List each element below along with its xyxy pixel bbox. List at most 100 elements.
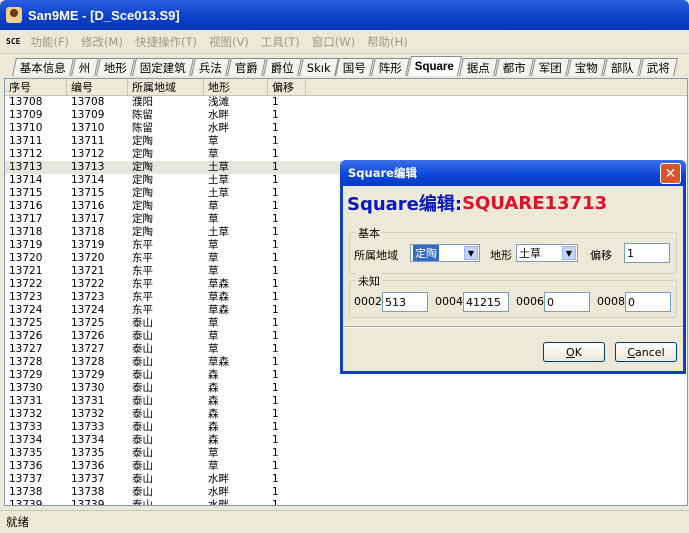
table-cell: 陈留 [132,109,153,121]
column-header-terrain[interactable]: 地形 [204,79,268,95]
column-header-region[interactable]: 所属地域 [128,79,204,95]
menu-function[interactable]: 功能(F) [30,34,69,50]
menu-quick-ops[interactable]: 快捷操作(T) [135,34,197,50]
table-cell: 东平 [132,304,153,316]
cancel-button[interactable]: Cancel [615,342,677,362]
app-icon[interactable] [6,7,22,23]
table-row[interactable]: 13735 13735 泰山 草 1 [5,447,687,460]
tab-army[interactable]: 军团 [531,58,571,76]
tab-official-rank[interactable]: 官爵 [226,58,266,76]
chevron-down-icon[interactable]: ▼ [562,246,576,260]
table-cell: 1 [272,356,279,368]
column-header-id[interactable]: 编号 [67,79,128,95]
table-row[interactable]: 13736 13736 泰山 草 1 [5,460,687,473]
tab-general[interactable]: 武将 [639,58,679,76]
table-row[interactable]: 13708 13708 濮阳 浅滩 1 [5,96,687,109]
status-bar: 就绪 [0,510,689,533]
tab-city[interactable]: 都市 [495,58,535,76]
menu-help[interactable]: 帮助(H) [367,34,408,50]
table-cell: 13723 [71,291,105,303]
table-cell: 水畔 [208,122,229,134]
offset-label: 偏移 [590,249,612,262]
table-cell: 13732 [71,408,105,420]
close-icon[interactable]: ✕ [660,163,681,184]
table-cell: 1 [272,369,279,381]
table-cell: 1 [272,460,279,472]
dialog-heading: Square编辑: SQUARE13713 [343,186,683,220]
field-0002-input[interactable]: 513 [382,292,428,312]
tab-fixed-building[interactable]: 固定建筑 [131,58,194,76]
table-row[interactable]: 13711 13711 定陶 草 1 [5,135,687,148]
table-cell: 水畔 [208,499,229,506]
table-cell: 草森 [208,278,229,290]
table-cell: 泰山 [132,473,153,485]
table-cell: 草 [208,135,219,147]
region-label: 所属地域 [354,249,398,262]
table-cell: 13721 [71,265,105,277]
table-cell: 1 [272,200,279,212]
chevron-down-icon[interactable]: ▼ [464,246,478,260]
table-cell: 濮阳 [132,96,153,108]
field-0008-input[interactable]: 0 [625,292,671,312]
table-cell: 定陶 [132,174,153,186]
dialog-title-bar[interactable]: Square编辑 [340,160,686,186]
column-header-index[interactable]: 序号 [5,79,67,95]
menu-tools[interactable]: 工具(T) [261,34,300,50]
terrain-select[interactable]: 土草 ▼ [516,244,578,262]
table-row[interactable]: 13739 13739 泰山 水畔 1 [5,499,687,506]
tab-formation[interactable]: 阵形 [371,58,411,76]
table-row[interactable]: 13709 13709 陈留 水畔 1 [5,109,687,122]
table-cell: 森 [208,382,219,394]
table-cell: 13735 [9,447,43,459]
table-cell: 13725 [71,317,105,329]
tab-unit[interactable]: 部队 [603,58,643,76]
table-cell: 13721 [9,265,43,277]
table-cell: 1 [272,187,279,199]
tab-state[interactable]: 州 [71,58,99,76]
table-cell: 13720 [9,252,43,264]
table-cell: 草森 [208,356,229,368]
dialog-heading-value: SQUARE13713 [462,192,608,214]
table-cell: 草 [208,148,219,160]
table-cell: 13724 [71,304,105,316]
tab-basic-info[interactable]: 基本信息 [12,58,74,76]
table-row[interactable]: 13734 13734 泰山 森 1 [5,434,687,447]
table-cell: 草森 [208,304,229,316]
table-cell: 13734 [9,434,43,446]
table-row[interactable]: 13737 13737 泰山 水畔 1 [5,473,687,486]
table-cell: 森 [208,408,219,420]
table-cell: 草 [208,239,219,251]
offset-input[interactable]: 1 [624,243,670,263]
tab-skill[interactable]: Skık [298,58,339,76]
tab-square[interactable]: Square [407,56,463,76]
column-header-offset[interactable]: 偏移 [268,79,306,95]
table-cell: 陈留 [132,122,153,134]
ok-button[interactable]: OK [543,342,605,362]
field-0004-input[interactable]: 41215 [463,292,509,312]
tab-treasure[interactable]: 宝物 [567,58,607,76]
table-cell: 泰山 [132,499,153,506]
table-cell: 13738 [9,486,43,498]
table-row[interactable]: 13731 13731 泰山 森 1 [5,395,687,408]
field-0006-input[interactable]: 0 [544,292,590,312]
table-row[interactable]: 13732 13732 泰山 森 1 [5,408,687,421]
table-cell: 森 [208,421,219,433]
square-edit-dialog: Square编辑 ✕ Square编辑: SQUARE13713 基本 所属地域… [340,160,686,374]
table-cell: 13716 [9,200,43,212]
table-row[interactable]: 13733 13733 泰山 森 1 [5,421,687,434]
tab-terrain[interactable]: 地形 [95,58,135,76]
tab-stronghold[interactable]: 据点 [459,58,499,76]
table-cell: 13729 [9,369,43,381]
region-select[interactable]: 定陶 ▼ [410,244,480,262]
table-cell: 1 [272,109,279,121]
tab-title[interactable]: 爵位 [262,58,302,76]
table-cell: 定陶 [132,187,153,199]
menu-view[interactable]: 视图(V) [209,34,249,50]
table-row[interactable]: 13738 13738 泰山 水畔 1 [5,486,687,499]
tab-country-name[interactable]: 国号 [335,58,375,76]
menu-modify[interactable]: 修改(M) [81,34,123,50]
tab-tactics[interactable]: 兵法 [190,58,230,76]
table-row[interactable]: 13730 13730 泰山 森 1 [5,382,687,395]
table-row[interactable]: 13710 13710 陈留 水畔 1 [5,122,687,135]
menu-window[interactable]: 窗口(W) [312,34,355,50]
